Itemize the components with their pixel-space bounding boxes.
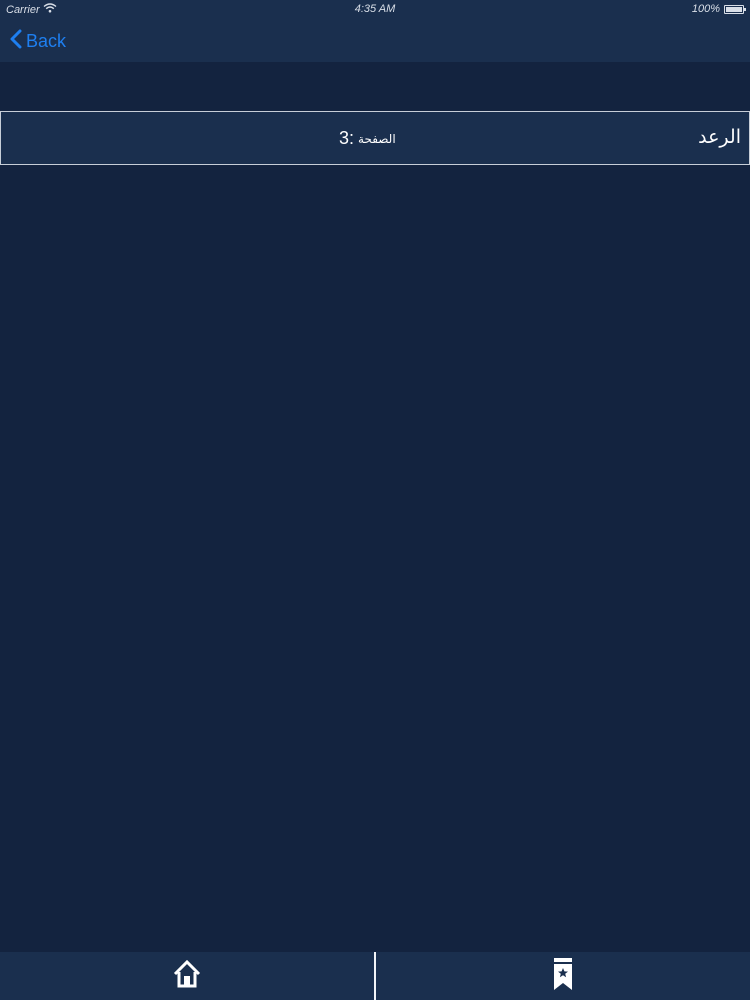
tab-bar [0, 952, 750, 1000]
list-item-title: الرعد [698, 126, 741, 148]
tab-bookmarks[interactable] [376, 952, 750, 1000]
back-button[interactable]: Back [10, 29, 66, 54]
battery-icon [724, 4, 746, 14]
back-label: Back [26, 31, 67, 51]
status-time: 4:35 AM [354, 3, 396, 15]
battery-fill [726, 6, 742, 12]
status-right: 100% [691, 3, 746, 15]
tab-home[interactable] [0, 952, 374, 1000]
navigation-bar: Back [0, 20, 750, 62]
list-item[interactable]: 3: الصفحة الرعد [0, 111, 750, 165]
page-number: 3: [339, 128, 355, 148]
app-screen: Carrier 4:35 AM 100% Back 3: الصفحة الرع… [0, 0, 750, 1000]
content-area: 3: الصفحة الرعد [0, 62, 750, 952]
home-icon [172, 959, 202, 993]
page-label: الصفحة [358, 131, 396, 146]
status-bar: Carrier 4:35 AM 100% [0, 0, 750, 20]
page-indicator: 3: الصفحة [339, 128, 396, 149]
bookmark-icon [552, 957, 574, 995]
battery-percent: 100% [691, 3, 720, 15]
chevron-left-icon [10, 29, 22, 54]
